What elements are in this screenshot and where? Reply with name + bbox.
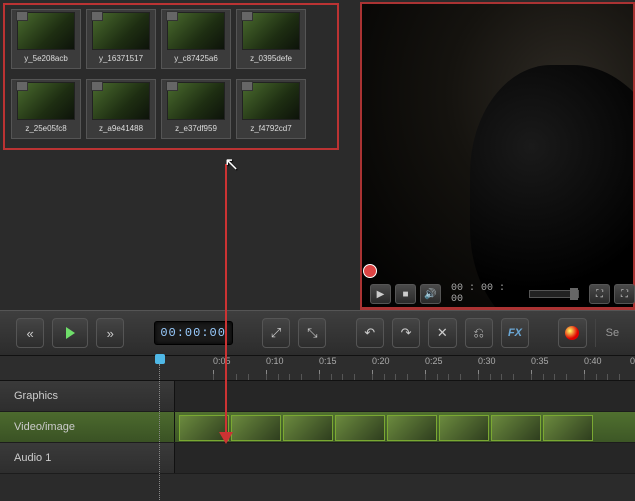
ruler-tick-label: 0:30: [478, 356, 496, 366]
track-lane[interactable]: [175, 443, 635, 473]
timeline-clip[interactable]: [283, 415, 333, 441]
media-thumb[interactable]: y_5e208acb: [11, 9, 81, 69]
timeline-clip[interactable]: [543, 415, 593, 441]
annotation-arrow: [225, 164, 227, 436]
media-thumb[interactable]: y_c87425a6: [161, 9, 231, 69]
undo-button[interactable]: ↶: [356, 318, 384, 348]
ruler-tick-label: 0:05: [213, 356, 231, 366]
record-button[interactable]: [558, 318, 586, 348]
ruler-tick-label: 0:15: [319, 356, 337, 366]
timeline-clip[interactable]: [491, 415, 541, 441]
timeline-clip[interactable]: [439, 415, 489, 441]
settings-button[interactable]: Se: [595, 319, 619, 347]
track-video-image: Video/image: [0, 412, 635, 443]
preview-playhead-handle[interactable]: [363, 264, 377, 278]
ruler-tick-label: 0:4: [630, 356, 635, 366]
ruler-tick-label: 0:35: [531, 356, 549, 366]
media-label: y_c87425a6: [174, 54, 218, 63]
timeline-clip[interactable]: [335, 415, 385, 441]
timeline-toolbar: « » 00:00:00 ⤢ ⤡ ↶ ↷ ✕ ⎌ FX Se: [0, 310, 635, 356]
expand-button[interactable]: ⤢: [262, 318, 290, 348]
ruler-tick-label: 0:25: [425, 356, 443, 366]
timeline-playhead[interactable]: [155, 354, 165, 364]
media-thumb[interactable]: z_0395defe: [236, 9, 306, 69]
timeline-ruler[interactable]: 0:05 0:10 0:15 0:20 0:25 0:30 0:35 0:40 …: [0, 356, 635, 381]
media-thumb[interactable]: z_a9e41488: [86, 79, 156, 139]
preview-viewport: [360, 2, 635, 310]
track-lane[interactable]: [175, 381, 635, 411]
media-label: y_5e208acb: [24, 54, 68, 63]
next-button[interactable]: »: [96, 318, 124, 348]
media-label: z_e37df959: [175, 124, 217, 133]
media-thumb[interactable]: y_16371517: [86, 9, 156, 69]
prev-button[interactable]: «: [16, 318, 44, 348]
play-button[interactable]: [52, 318, 88, 348]
track-header[interactable]: Video/image: [0, 412, 175, 442]
ruler-tick-label: 0:40: [584, 356, 602, 366]
preview-volume-button[interactable]: 🔊: [420, 284, 441, 304]
media-thumb[interactable]: z_e37df959: [161, 79, 231, 139]
timeline-tracks: Graphics Video/image Audio 1: [0, 381, 635, 474]
track-audio-1: Audio 1: [0, 443, 635, 474]
preview-transport: ▶ ■ 🔊 00 : 00 : 00 ⛶ ⛶: [370, 283, 635, 305]
timeline-lcd: 00:00:00: [154, 321, 233, 345]
media-thumb[interactable]: z_25e05fc8: [11, 79, 81, 139]
media-label: y_16371517: [99, 54, 143, 63]
preview-stop-button[interactable]: ■: [395, 284, 416, 304]
preview-fullscreen-button[interactable]: ⛶: [614, 284, 635, 304]
track-graphics: Graphics: [0, 381, 635, 412]
timeline-clip[interactable]: [231, 415, 281, 441]
preview-play-button[interactable]: ▶: [370, 284, 391, 304]
collapse-button[interactable]: ⤡: [298, 318, 326, 348]
track-header[interactable]: Graphics: [0, 381, 175, 411]
annotation-arrow-head: [219, 432, 233, 444]
preview-fit-button[interactable]: ⛶: [589, 284, 610, 304]
split-button[interactable]: ⎌: [465, 318, 493, 348]
play-icon: [66, 327, 75, 339]
preview-volume-slider[interactable]: [529, 290, 579, 298]
media-label: z_0395defe: [250, 54, 292, 63]
track-header[interactable]: Audio 1: [0, 443, 175, 473]
preview-timecode: 00 : 00 : 00: [451, 283, 519, 305]
media-label: z_25e05fc8: [25, 124, 66, 133]
media-label: z_a9e41488: [99, 124, 143, 133]
media-thumb[interactable]: z_f4792cd7: [236, 79, 306, 139]
media-label: z_f4792cd7: [250, 124, 291, 133]
fx-button[interactable]: FX: [501, 318, 529, 348]
ruler-tick-label: 0:20: [372, 356, 390, 366]
delete-button[interactable]: ✕: [428, 318, 456, 348]
media-selection-box: y_5e208acb y_16371517 y_c87425a6 z_0395d…: [3, 3, 339, 150]
ruler-tick-label: 0:10: [266, 356, 284, 366]
track-lane[interactable]: [175, 412, 635, 442]
redo-button[interactable]: ↷: [392, 318, 420, 348]
preview-frame: [362, 4, 633, 307]
record-icon: [565, 326, 579, 340]
media-library: y_5e208acb y_16371517 y_c87425a6 z_0395d…: [0, 0, 360, 310]
timeline-clip[interactable]: [387, 415, 437, 441]
